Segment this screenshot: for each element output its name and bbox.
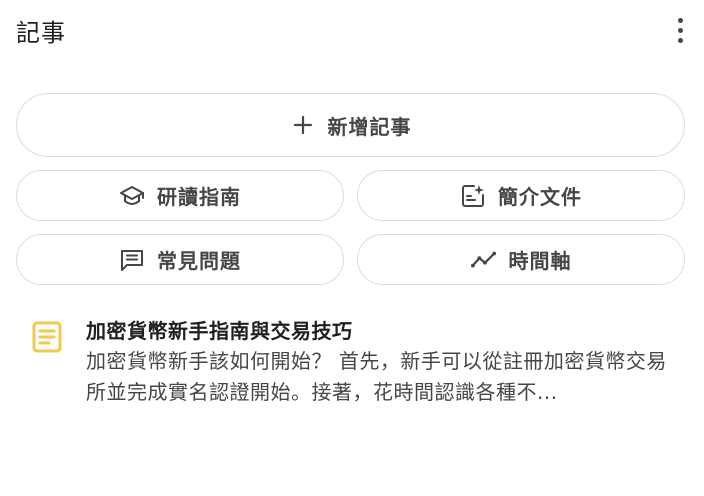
timeline-label: 時間軸 — [508, 249, 572, 273]
more-vert-icon-dot — [677, 27, 683, 33]
study-guide-button[interactable]: 研讀指南 — [16, 170, 344, 221]
more-options-button[interactable] — [668, 12, 692, 48]
panel-title: 記事 — [16, 18, 66, 47]
notes-panel: 記事 新增記事 研讀指南 簡介文件 常見問題 時間軸 加密貨幣新手指南與交易技巧… — [0, 0, 704, 496]
chat-lines-icon — [119, 247, 145, 273]
more-vert-icon — [677, 17, 683, 23]
add-note-label: 新增記事 — [327, 114, 412, 139]
doc-sparkle-icon — [460, 183, 486, 209]
note-list-item[interactable]: 加密貨幣新手指南與交易技巧 加密貨幣新手該如何開始？ 首先，新手可以從註冊加密貨… — [30, 316, 680, 416]
briefing-doc-button[interactable]: 簡介文件 — [357, 170, 685, 221]
note-title: 加密貨幣新手指南與交易技巧 — [86, 319, 353, 343]
study-guide-label: 研讀指南 — [157, 185, 241, 209]
faq-button[interactable]: 常見問題 — [16, 234, 344, 285]
panel-header: 記事 — [16, 10, 692, 50]
note-text: 加密貨幣新手指南與交易技巧 加密貨幣新手該如何開始？ 首先，新手可以從註冊加密貨… — [86, 316, 680, 416]
note-snippet: 加密貨幣新手該如何開始？ 首先，新手可以從註冊加密貨幣交易所並完成實名認證開始。… — [86, 349, 667, 404]
timeline-button[interactable]: 時間軸 — [357, 234, 685, 285]
briefing-doc-label: 簡介文件 — [498, 185, 582, 209]
plus-icon — [290, 112, 316, 138]
add-note-button[interactable]: 新增記事 — [16, 93, 685, 157]
faq-label: 常見問題 — [157, 249, 241, 273]
more-vert-icon-dot — [677, 37, 683, 43]
trend-line-icon — [470, 247, 497, 273]
note-icon — [32, 321, 62, 353]
graduation-cap-icon — [119, 183, 145, 209]
